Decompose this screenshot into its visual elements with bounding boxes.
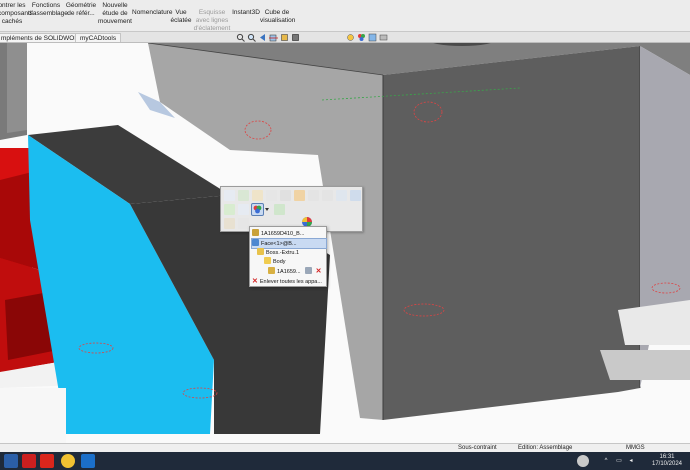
zoom-to-selection-icon[interactable] xyxy=(308,190,319,201)
menu-item-label: 1A1659D410_B... xyxy=(261,231,305,237)
menu-item-face[interactable]: Face<1>@B... xyxy=(251,238,327,249)
open-part-icon[interactable] xyxy=(238,190,249,201)
normal-to-icon[interactable] xyxy=(322,190,333,201)
remove-icon: ✕ xyxy=(252,278,258,285)
section-view-icon[interactable] xyxy=(269,33,278,42)
gray-block-front[interactable] xyxy=(383,46,640,420)
apply-scene-icon[interactable] xyxy=(368,33,377,42)
new-motion-study-button[interactable]: Nouvelle étude de mouvement xyxy=(98,2,132,26)
menu-item-component[interactable]: 1A1659D410_B... xyxy=(252,229,304,238)
reference-geometry-button[interactable]: Géométrie de référ... xyxy=(65,2,97,18)
appearance-icon[interactable] xyxy=(251,203,264,216)
menu-item-body[interactable]: Body xyxy=(264,257,286,266)
edit-icon[interactable] xyxy=(305,267,313,274)
close-icon[interactable]: ✕ xyxy=(316,268,322,275)
menu-item-label: Body xyxy=(273,259,286,265)
tab-mycadtools[interactable]: myCADtools xyxy=(75,33,122,42)
isolate-icon[interactable] xyxy=(238,204,249,215)
status-bar: Sous-contraint Edition: Assemblage MMGS xyxy=(0,443,690,452)
command-manager-ribbon: ontrer les composants cachés Fonctions d… xyxy=(0,0,690,32)
volume-icon[interactable]: ◂ xyxy=(627,458,635,465)
chevron-down-icon[interactable] xyxy=(264,204,270,215)
solidworks-2024-icon[interactable] xyxy=(40,454,54,468)
menu-item-label: 1A1659... xyxy=(277,269,301,275)
mate-icon[interactable] xyxy=(294,190,305,201)
previous-view-icon[interactable] xyxy=(258,33,267,42)
view-orientation-icon[interactable] xyxy=(280,33,289,42)
windows-taskbar: ^ ▭ ◂ 16:31 17/10/2024 xyxy=(0,452,690,470)
show-hidden-components-button[interactable]: ontrer les composants cachés xyxy=(0,2,33,26)
edit-appearance-icon[interactable] xyxy=(357,33,366,42)
clock-time: 16:31 xyxy=(659,454,675,460)
properties-icon[interactable] xyxy=(336,190,347,201)
menu-item-feature[interactable]: Boss.-Extru.1 xyxy=(257,248,299,257)
command-manager-tabs: mpléments de SOLIDWORKS myCADtools xyxy=(0,32,690,43)
hide-components-icon[interactable] xyxy=(252,190,263,201)
rebuild-icon[interactable] xyxy=(238,218,249,229)
clock-date: 17/10/2024 xyxy=(651,461,683,467)
menu-item-part[interactable]: 1A1659... ✕ xyxy=(268,267,321,276)
graphics-area[interactable] xyxy=(0,43,690,443)
view-mates-icon[interactable] xyxy=(224,218,235,229)
body-icon xyxy=(264,257,271,264)
menu-item-label: Enlever toutes les appa... xyxy=(259,279,322,285)
zoom-area-icon[interactable] xyxy=(247,33,256,42)
assembly-features-button[interactable]: Fonctions d'assemblage xyxy=(28,2,68,18)
view-cube-button[interactable]: Cube de visualisation xyxy=(260,9,295,25)
change-transparency-icon[interactable] xyxy=(274,204,285,215)
feature-icon xyxy=(257,248,264,255)
clock[interactable]: 16:31 17/10/2024 xyxy=(650,454,684,468)
start-icon[interactable] xyxy=(4,454,18,468)
instant3d-button[interactable]: Instant3D xyxy=(232,9,260,17)
bom-button[interactable]: Nomenclature xyxy=(132,9,172,17)
explode-line-sketch-button[interactable]: Esquisse avec lignes d'éclatement xyxy=(192,9,232,33)
menu-item-label: Boss.-Extru.1 xyxy=(266,250,300,256)
units-selector[interactable]: MMGS xyxy=(626,444,645,452)
sketch-icon[interactable] xyxy=(280,190,291,201)
component-preview-icon[interactable] xyxy=(350,190,361,201)
menu-item-label: Face<1>@B... xyxy=(261,241,297,247)
chrome-icon[interactable] xyxy=(61,454,75,468)
part-icon xyxy=(268,267,275,274)
solidworks-icon[interactable] xyxy=(22,454,36,468)
assembly-3d-view[interactable] xyxy=(0,43,690,443)
view-settings-icon[interactable] xyxy=(379,33,388,42)
edit-mode-status: Edition: Assemblage xyxy=(518,445,573,451)
hide-show-items-icon[interactable] xyxy=(346,33,355,42)
display-style-icon[interactable] xyxy=(291,33,300,42)
menu-item-remove-all[interactable]: ✕ Enlever toutes les appa... xyxy=(252,277,322,286)
face-icon xyxy=(252,239,259,246)
appearance-target-menu: 1A1659D410_B... Face<1>@B... Boss.-Extru… xyxy=(249,226,327,287)
chevron-up-icon[interactable]: ^ xyxy=(601,458,611,465)
exploded-view-button[interactable]: Vue éclatée xyxy=(170,9,192,25)
network-icon[interactable]: ▭ xyxy=(615,458,623,465)
part-icon xyxy=(252,229,259,236)
transparency-icon[interactable] xyxy=(266,190,277,201)
edit-part-icon[interactable] xyxy=(224,190,235,201)
select-other-icon[interactable] xyxy=(224,204,235,215)
zoom-to-fit-icon[interactable] xyxy=(236,33,245,42)
weather-icon[interactable] xyxy=(577,455,589,467)
outlook-icon[interactable] xyxy=(81,454,95,468)
constraint-status: Sous-contraint xyxy=(458,445,497,451)
